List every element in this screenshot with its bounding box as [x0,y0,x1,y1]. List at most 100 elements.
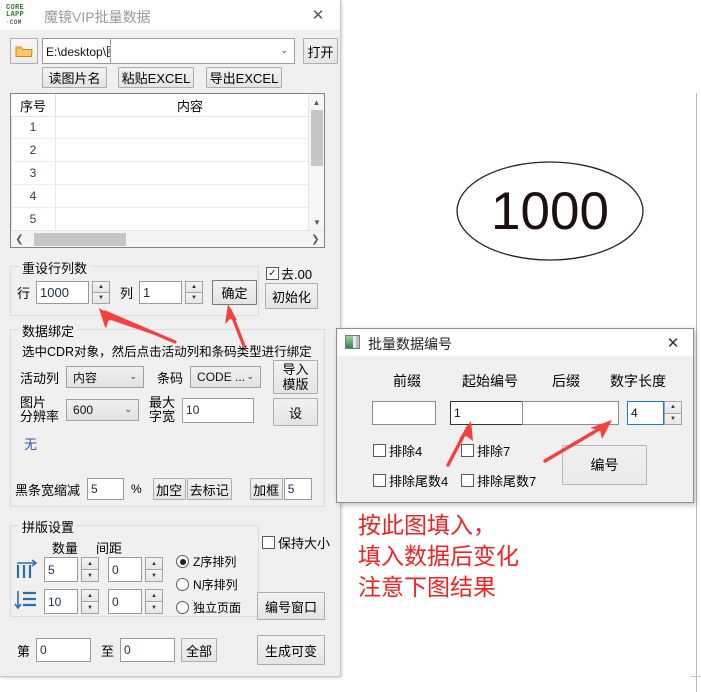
col-count-stepper[interactable]: ▲ ▼ [185,281,203,304]
bar-width-input[interactable]: 5 [87,478,124,500]
scroll-right-icon[interactable]: ❯ [307,234,324,245]
frame-width-input[interactable]: 5 [284,478,312,500]
corelapp-logo-icon: CORE LAPP ·COM [6,4,37,26]
range-from-label: 第 [17,641,30,660]
trim-checkbox-row[interactable]: ✓ 去.00 [266,264,312,283]
keep-size-checkbox[interactable] [262,536,275,549]
active-column-combo[interactable]: 内容 ⌄ [66,366,144,388]
open-button[interactable]: 打开 [303,38,338,64]
columns-count-stepper[interactable]: ▲ ▼ [81,557,99,582]
max-char-width-input[interactable]: 10 [182,398,254,423]
listview-horizontal-scrollbar[interactable]: ❮ ❯ [11,230,324,247]
keep-size-row[interactable]: 保持大小 [262,533,330,552]
prefix-input[interactable] [372,401,436,425]
bar-width-row: 黑条宽缩减 5 % 加空 去标记 加框 5 [15,478,312,500]
columns-gap-decrement[interactable]: ▼ [145,569,163,582]
scroll-up-icon[interactable]: ▲ [309,94,324,110]
file-select-combo[interactable]: ⌄ [110,38,295,64]
table-row[interactable]: 3 [11,162,308,185]
col-count-increment[interactable]: ▲ [185,281,203,292]
row-count-increment[interactable]: ▲ [92,281,110,292]
columns-count-input[interactable]: 5 [44,557,78,582]
row-index: 3 [11,162,56,184]
number-window-button[interactable]: 编号窗口 [257,592,325,620]
digit-length-increment[interactable]: ▲ [664,401,682,413]
row-label: 行 [17,283,30,302]
listview-vertical-scrollbar[interactable]: ▲ ▼ [308,94,324,230]
rows-gap-stepper[interactable]: ▲ ▼ [145,589,163,614]
exclude-tail-4-row[interactable]: 排除尾数4 [373,471,448,490]
barcode-type-combo[interactable]: CODE ... ⌄ [190,366,261,388]
import-template-button[interactable]: 导入 模版 [273,360,318,394]
suffix-label: 后缀 [534,371,598,391]
radio-z-order-label: Z序排列 [193,553,236,570]
columns-gap-input[interactable]: 0 [108,557,142,582]
dialog-titlebar[interactable]: 批量数据编号 ✕ [337,329,693,356]
add-frame-button[interactable]: 加框 [250,478,283,500]
exclude-tail-4-checkbox[interactable] [373,474,386,487]
col-count-decrement[interactable]: ▼ [185,292,203,304]
data-listview[interactable]: 序号 内容 1 2 3 4 5 6 7 [10,93,325,248]
radio-n-order-button[interactable] [176,578,189,591]
add-space-button[interactable]: 加空 [153,478,186,500]
radio-separate-page[interactable]: 独立页面 [176,599,241,616]
exclude-tail-7-row[interactable]: 排除尾数7 [461,471,536,490]
digit-length-stepper[interactable]: ▲ ▼ [664,401,682,425]
folder-open-icon[interactable] [10,38,38,64]
image-resolution-combo[interactable]: 600 ⌄ [66,399,139,421]
rows-gap-input[interactable]: 0 [108,589,142,614]
rows-count-decrement[interactable]: ▼ [81,601,99,614]
file-bar: E:\desktop\图 ⌄ 打开 [10,38,338,64]
image-resolution-value: 600 [73,403,93,417]
dialog-close-icon[interactable]: ✕ [653,329,693,356]
trim-zeros-checkbox[interactable]: ✓ [266,267,279,280]
rows-count-input[interactable]: 10 [44,589,78,614]
paste-excel-button[interactable]: 粘贴EXCEL [118,67,194,88]
table-row[interactable]: 4 [11,185,308,208]
radio-z-order-button[interactable] [176,555,189,568]
rows-count-stepper[interactable]: ▲ ▼ [81,589,99,614]
path-field[interactable]: E:\desktop\图 [42,38,111,64]
digit-length-input[interactable]: 4 [627,401,664,425]
columns-gap-stepper[interactable]: ▲ ▼ [145,557,163,582]
generate-variable-button[interactable]: 生成可变 [257,635,325,665]
table-row[interactable]: 5 [11,208,308,230]
horizontal-scroll-thumb[interactable] [34,233,126,246]
radio-n-order[interactable]: N序排列 [176,576,238,593]
scroll-left-icon[interactable]: ❮ [11,234,28,245]
listview-header: 序号 内容 [11,94,324,117]
digit-length-decrement[interactable]: ▼ [664,413,682,426]
columns-count-increment[interactable]: ▲ [81,557,99,569]
main-window-titlebar[interactable]: CORE LAPP ·COM 魔镜VIP批量数据 ✕ [0,0,340,31]
read-image-name-button[interactable]: 读图片名 [42,67,107,88]
main-window-close-icon[interactable]: ✕ [296,0,340,30]
remove-mark-button[interactable]: 去标记 [187,478,232,500]
vertical-scroll-thumb[interactable] [311,110,323,166]
export-excel-button[interactable]: 导出EXCEL [206,67,282,88]
columns-gap-increment[interactable]: ▲ [145,557,163,569]
table-row[interactable]: 2 [11,139,308,162]
exclude-4-row[interactable]: 排除4 [373,441,422,460]
exclude-4-checkbox[interactable] [373,444,386,457]
rows-gap-decrement[interactable]: ▼ [145,601,163,614]
rows-settings-row: 10 ▲ ▼ 0 ▲ ▼ [44,589,163,614]
resolution-row: 图片 分辨率 600 ⌄ 最大 字宽 10 [20,396,254,424]
trim-zeros-label: 去.00 [281,264,312,283]
rows-count-increment[interactable]: ▲ [81,589,99,601]
scroll-down-icon[interactable]: ▼ [309,214,325,230]
select-all-button[interactable]: 全部 [181,638,217,662]
set-button[interactable]: 设 [273,398,318,426]
radio-z-order[interactable]: Z序排列 [176,553,236,570]
columns-count-decrement[interactable]: ▼ [81,569,99,582]
range-row: 第 0 至 0 全部 [17,638,217,662]
row-content [56,116,308,138]
arrow-to-digit-length [540,415,630,465]
initialize-button[interactable]: 初始化 [265,283,318,309]
radio-separate-page-button[interactable] [176,601,189,614]
table-row[interactable]: 1 [11,116,308,139]
rows-gap-increment[interactable]: ▲ [145,589,163,601]
range-from-input[interactable]: 0 [36,638,91,662]
exclude-tail-7-checkbox[interactable] [461,474,474,487]
range-to-input[interactable]: 0 [120,638,175,662]
row-content [56,185,308,207]
